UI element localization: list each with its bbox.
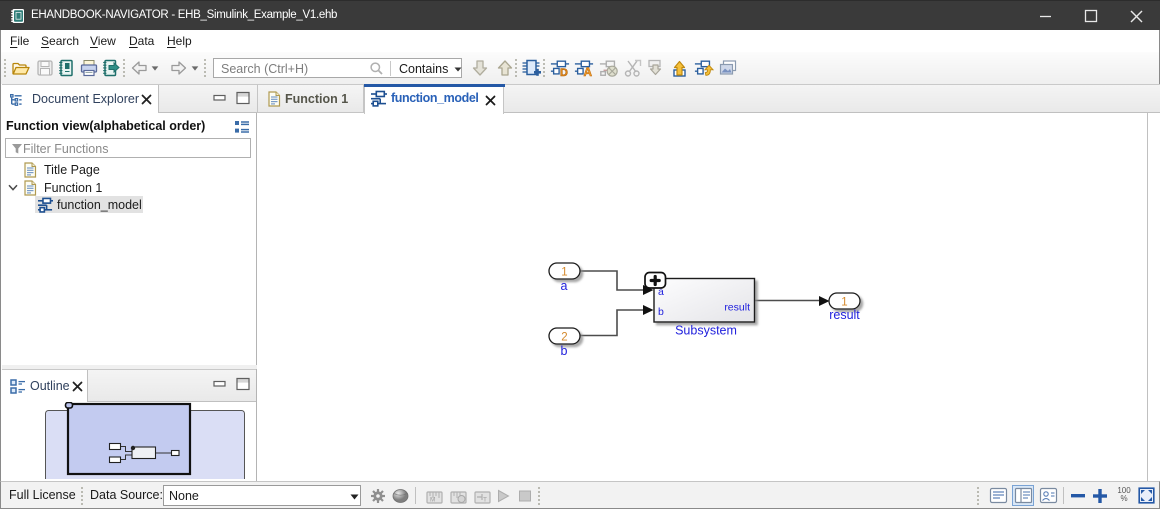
svg-text:result: result	[829, 308, 860, 322]
svg-text:1: 1	[841, 297, 847, 309]
svg-text:Subsystem: Subsystem	[675, 324, 737, 338]
svg-text:a: a	[561, 279, 568, 293]
svg-text:b: b	[561, 344, 568, 358]
svg-text:A: A	[584, 65, 593, 78]
svg-text:D: D	[560, 67, 568, 78]
svg-text:2: 2	[561, 332, 567, 344]
svg-text:b: b	[658, 306, 664, 318]
svg-text:T: T	[483, 497, 487, 504]
svg-text:1: 1	[561, 267, 567, 279]
svg-text:M: M	[430, 497, 435, 504]
svg-text:result: result	[724, 302, 750, 314]
svg-text:a: a	[658, 286, 664, 298]
